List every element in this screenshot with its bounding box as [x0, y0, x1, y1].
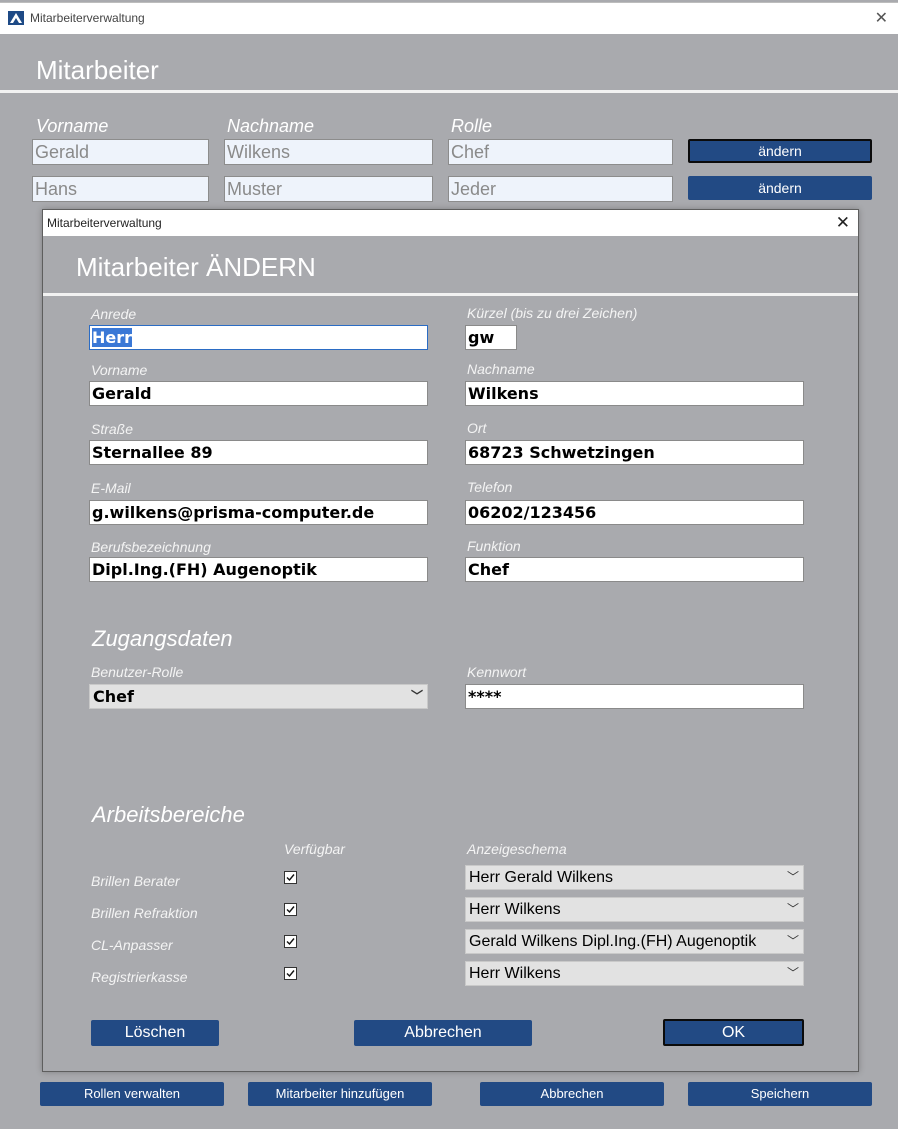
- employee-vorname-field[interactable]: Hans: [32, 176, 209, 202]
- funktion-input[interactable]: Chef: [465, 557, 804, 582]
- window-titlebar: Mitarbeiterverwaltung ✕: [0, 2, 898, 34]
- chevron-down-icon: ﹀: [786, 870, 799, 884]
- user-role-select[interactable]: Chef ﹀: [89, 684, 428, 709]
- manage-roles-button[interactable]: Rollen verwalten: [40, 1082, 224, 1106]
- display-schema-select[interactable]: Herr Wilkens ﹀: [465, 961, 804, 986]
- divider: [43, 293, 858, 296]
- ort-input[interactable]: 68723 Schwetzingen: [465, 440, 804, 465]
- workspace-name: Registrierkasse: [91, 969, 188, 985]
- window-title: Mitarbeiterverwaltung: [30, 11, 145, 25]
- page-title: Mitarbeiter: [36, 55, 159, 85]
- schema-column-header: Anzeigeschema: [467, 841, 567, 857]
- display-schema-value: Herr Wilkens: [469, 901, 561, 918]
- dialog-titlebar: Mitarbeiterverwaltung ✕: [43, 210, 858, 236]
- chevron-down-icon: ﹀: [786, 902, 799, 916]
- access-section-heading: Zugangsdaten: [92, 626, 233, 651]
- beruf-input[interactable]: Dipl.Ing.(FH) Augenoptik: [89, 557, 428, 582]
- app-logo-icon: [8, 11, 24, 25]
- workspace-name: Brillen Berater: [91, 873, 180, 889]
- display-schema-select[interactable]: Herr Wilkens ﹀: [465, 897, 804, 922]
- employee-vorname-field[interactable]: Gerald: [32, 139, 209, 165]
- available-column-header: Verfügbar: [284, 841, 345, 857]
- dialog-heading: Mitarbeiter ÄNDERN: [76, 252, 316, 282]
- employee-rolle-field[interactable]: Chef: [448, 139, 673, 165]
- anrede-value: Herr: [92, 328, 133, 347]
- user-role-label: Benutzer-Rolle: [91, 664, 184, 680]
- password-label: Kennwort: [467, 664, 527, 680]
- email-label: E-Mail: [91, 480, 131, 496]
- kuerzel-input[interactable]: gw: [465, 325, 517, 350]
- edit-employee-button[interactable]: ändern: [688, 139, 872, 163]
- workspace-available-checkbox[interactable]: [284, 871, 297, 884]
- nachname-label: Nachname: [467, 361, 535, 377]
- workspaces-section-heading: Arbeitsbereiche: [92, 802, 245, 827]
- column-header-nachname: Nachname: [227, 116, 315, 136]
- anrede-input[interactable]: Herr: [89, 325, 428, 350]
- chevron-down-icon: ﹀: [786, 934, 799, 948]
- main-window: Mitarbeiterverwaltung ✕ Mitarbeiter Vorn…: [0, 0, 898, 1129]
- close-icon[interactable]: ✕: [875, 8, 888, 28]
- edit-employee-button[interactable]: ändern: [688, 176, 872, 200]
- workspace-name: CL-Anpasser: [91, 937, 173, 953]
- telefon-input[interactable]: 06202/123456: [465, 500, 804, 525]
- display-schema-value: Herr Gerald Wilkens: [469, 869, 614, 886]
- column-header-rolle: Rolle: [451, 116, 493, 136]
- display-schema-select[interactable]: Gerald Wilkens Dipl.Ing.(FH) Augenoptik …: [465, 929, 804, 954]
- display-schema-value: Herr Wilkens: [469, 965, 561, 982]
- edit-employee-dialog: Mitarbeiterverwaltung ✕ Mitarbeiter ÄNDE…: [42, 209, 859, 1072]
- dialog-cancel-button[interactable]: Abbrechen: [354, 1020, 532, 1046]
- employee-nachname-field[interactable]: Muster: [224, 176, 433, 202]
- funktion-label: Funktion: [467, 538, 521, 554]
- save-button[interactable]: Speichern: [688, 1082, 872, 1106]
- cancel-button[interactable]: Abbrechen: [480, 1082, 664, 1106]
- divider: [0, 90, 898, 93]
- password-input[interactable]: ****: [465, 684, 804, 709]
- kuerzel-label: Kürzel (bis zu drei Zeichen): [467, 305, 638, 321]
- strasse-label: Straße: [91, 421, 134, 437]
- email-input[interactable]: g.wilkens@prisma-computer.de: [89, 500, 428, 525]
- display-schema-select[interactable]: Herr Gerald Wilkens ﹀: [465, 865, 804, 890]
- workspace-name: Brillen Refraktion: [91, 905, 198, 921]
- ok-button[interactable]: OK: [663, 1019, 804, 1046]
- anrede-label: Anrede: [91, 306, 137, 322]
- column-header-vorname: Vorname: [36, 116, 109, 136]
- strasse-input[interactable]: Sternallee 89: [89, 440, 428, 465]
- add-employee-button[interactable]: Mitarbeiter hinzufügen: [248, 1082, 432, 1106]
- nachname-input[interactable]: Wilkens: [465, 381, 804, 406]
- workspace-available-checkbox[interactable]: [284, 967, 297, 980]
- delete-button[interactable]: Löschen: [91, 1020, 219, 1046]
- user-role-value: Chef: [93, 687, 134, 706]
- chevron-down-icon: ﹀: [410, 689, 423, 703]
- vorname-label: Vorname: [91, 362, 148, 378]
- employee-nachname-field[interactable]: Wilkens: [224, 139, 433, 165]
- beruf-label: Berufsbezeichnung: [91, 539, 211, 555]
- close-icon[interactable]: ✕: [836, 213, 850, 233]
- workspace-available-checkbox[interactable]: [284, 903, 297, 916]
- dialog-window-title: Mitarbeiterverwaltung: [47, 216, 162, 230]
- ort-label: Ort: [467, 420, 487, 436]
- vorname-input[interactable]: Gerald: [89, 381, 428, 406]
- telefon-label: Telefon: [467, 479, 513, 495]
- workspace-available-checkbox[interactable]: [284, 935, 297, 948]
- display-schema-value: Gerald Wilkens Dipl.Ing.(FH) Augenoptik: [469, 933, 757, 950]
- chevron-down-icon: ﹀: [786, 966, 799, 980]
- employee-rolle-field[interactable]: Jeder: [448, 176, 673, 202]
